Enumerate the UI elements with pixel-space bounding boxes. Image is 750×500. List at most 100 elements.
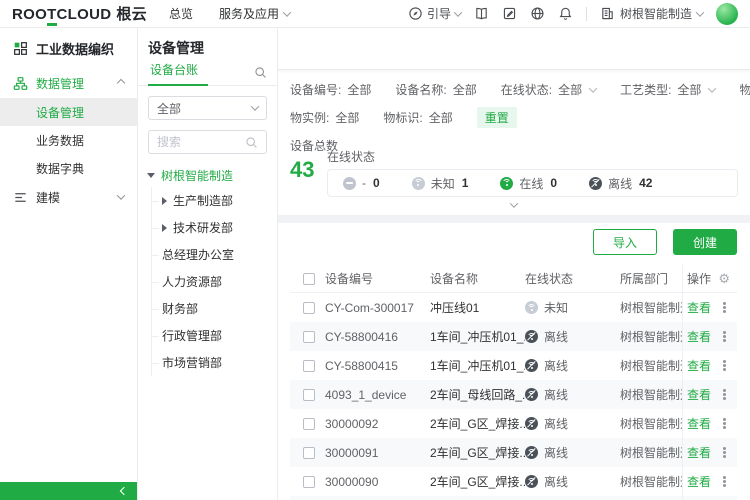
- filter-item[interactable]: 物标识: 全部: [383, 109, 452, 126]
- sidebar-collapse-button[interactable]: [0, 482, 137, 500]
- tree-item[interactable]: 人力资源部: [152, 268, 271, 295]
- cell-department: 树根智能制造: [620, 351, 682, 380]
- more-actions-icon[interactable]: [723, 393, 726, 396]
- filter-item[interactable]: 工艺类型: 全部: [620, 81, 715, 98]
- cell-device-name: 2车间_G区_焊接...: [430, 409, 525, 438]
- workbench-icon[interactable]: [502, 6, 517, 21]
- sidebar-group-modeling[interactable]: 建模: [0, 182, 137, 212]
- chevron-down-icon: [251, 102, 259, 110]
- sidebar-item-data-dictionary[interactable]: 数据字典: [0, 154, 137, 182]
- row-checkbox[interactable]: [303, 360, 315, 372]
- cell-online-status: 离线: [525, 438, 620, 467]
- tree-item[interactable]: 行政管理部: [152, 322, 271, 349]
- status-icon: [343, 177, 356, 190]
- chevron-down-icon: [696, 8, 704, 16]
- section-divider: [278, 215, 750, 223]
- menu-overview[interactable]: 总览: [169, 5, 193, 22]
- cell-online-status: 未知: [525, 293, 620, 322]
- cell-online-status: 离线: [525, 322, 620, 351]
- rootcloud-logo[interactable]: ROOTCLOUD 根云: [12, 3, 147, 24]
- create-button[interactable]: 创建: [673, 229, 737, 255]
- status-icon: [525, 330, 538, 343]
- filter-item[interactable]: 在线状态: 全部: [501, 81, 596, 98]
- tree-item[interactable]: 市场营销部: [152, 349, 271, 376]
- tree-search-input[interactable]: [157, 135, 245, 149]
- filter-item[interactable]: 物模型: 全部: [739, 81, 750, 98]
- collapse-filters-control[interactable]: [290, 199, 738, 211]
- view-link[interactable]: 查看: [687, 328, 711, 345]
- table-row: 4093_1_device 2车间_母线回路_... 离线: [290, 380, 737, 409]
- cell-online-status: 离线: [525, 496, 620, 500]
- guide-menu[interactable]: 引导: [408, 5, 461, 22]
- logo-chinese: 根云: [116, 3, 147, 24]
- modeling-icon: [13, 190, 28, 205]
- more-actions-icon[interactable]: [723, 422, 726, 425]
- row-checkbox[interactable]: [303, 331, 315, 343]
- reset-filters-button[interactable]: 重置: [477, 107, 517, 128]
- view-link[interactable]: 查看: [687, 444, 711, 461]
- row-checkbox[interactable]: [303, 389, 315, 401]
- more-actions-icon[interactable]: [723, 335, 726, 338]
- tree-search-box: [148, 130, 267, 154]
- table-toolbar: 导入 创建: [290, 229, 737, 255]
- chevron-down-icon: [117, 191, 125, 199]
- tree-item[interactable]: 财务部: [152, 295, 271, 322]
- device-panel: 设备管理 设备台账 全部 树根智能制造: [138, 28, 278, 500]
- filter-item[interactable]: 设备编号: 全部: [290, 81, 371, 98]
- main-header-strip: [278, 28, 750, 70]
- sidebar-app-title[interactable]: 工业数据编织: [0, 28, 137, 68]
- row-checkbox[interactable]: [303, 418, 315, 430]
- tree-item[interactable]: 生产制造部: [152, 187, 271, 214]
- more-actions-icon[interactable]: [723, 306, 726, 309]
- docs-icon[interactable]: [474, 6, 489, 21]
- caret-down-icon: [147, 173, 155, 178]
- bell-icon[interactable]: [558, 6, 573, 21]
- column-settings-gear-icon[interactable]: ⚙: [718, 272, 737, 285]
- view-link[interactable]: 查看: [687, 386, 711, 403]
- chevron-down-icon: [708, 84, 716, 92]
- cell-online-status: 离线: [525, 351, 620, 380]
- scope-select[interactable]: 全部: [148, 96, 267, 120]
- cell-operation: 查看: [682, 438, 737, 467]
- cell-department: 树根智能制造: [620, 409, 682, 438]
- sidebar-item-business-data[interactable]: 业务数据: [0, 126, 137, 154]
- search-icon: [245, 136, 258, 149]
- globe-icon[interactable]: [530, 6, 545, 21]
- row-checkbox[interactable]: [303, 447, 315, 459]
- view-link[interactable]: 查看: [687, 357, 711, 374]
- chevron-up-icon: [117, 79, 125, 87]
- legend-item: 离线 42: [589, 175, 652, 192]
- tab-device-ledger[interactable]: 设备台账: [148, 61, 208, 86]
- view-link[interactable]: 查看: [687, 473, 711, 490]
- tree-root-node[interactable]: 树根智能制造: [147, 167, 271, 184]
- more-actions-icon[interactable]: [723, 451, 726, 454]
- filter-item[interactable]: 设备名称: 全部: [395, 81, 476, 98]
- tree-item[interactable]: 技术研发部: [152, 214, 271, 241]
- row-checkbox[interactable]: [303, 476, 315, 488]
- table-row: CY-58800415 1车间_冲压机01_... 离线: [290, 351, 737, 380]
- user-avatar[interactable]: [716, 3, 738, 25]
- cell-device-id: 4093_1_device: [325, 380, 430, 409]
- search-icon[interactable]: [254, 66, 267, 79]
- topbar-actions: 引导 树根智能制造: [408, 3, 738, 25]
- cell-operation: 查看: [682, 380, 737, 409]
- select-all-checkbox[interactable]: [303, 273, 315, 285]
- import-button[interactable]: 导入: [593, 229, 657, 255]
- status-icon: [525, 388, 538, 401]
- filter-row-2: 物实例: 全部 物标识: 全部 重置: [290, 107, 738, 128]
- filter-item[interactable]: 物实例: 全部: [290, 109, 359, 126]
- org-tree: 树根智能制造 生产制造部 技术研发部: [147, 167, 271, 376]
- sidebar-item-device-management[interactable]: 设备管理: [0, 98, 137, 126]
- more-actions-icon[interactable]: [723, 480, 726, 483]
- row-checkbox[interactable]: [303, 302, 315, 314]
- menu-services[interactable]: 服务及应用: [219, 5, 290, 22]
- sidebar-group-data-management[interactable]: 数据管理: [0, 68, 137, 98]
- more-actions-icon[interactable]: [723, 364, 726, 367]
- tenant-selector[interactable]: 树根智能制造: [600, 5, 703, 22]
- cell-operation: 查看: [682, 496, 737, 500]
- logo-text-accent: T: [47, 6, 56, 26]
- tree-item[interactable]: 总经理办公室: [152, 241, 271, 268]
- view-link[interactable]: 查看: [687, 415, 711, 432]
- view-link[interactable]: 查看: [687, 299, 711, 316]
- cell-department: 树根智能制造: [620, 293, 682, 322]
